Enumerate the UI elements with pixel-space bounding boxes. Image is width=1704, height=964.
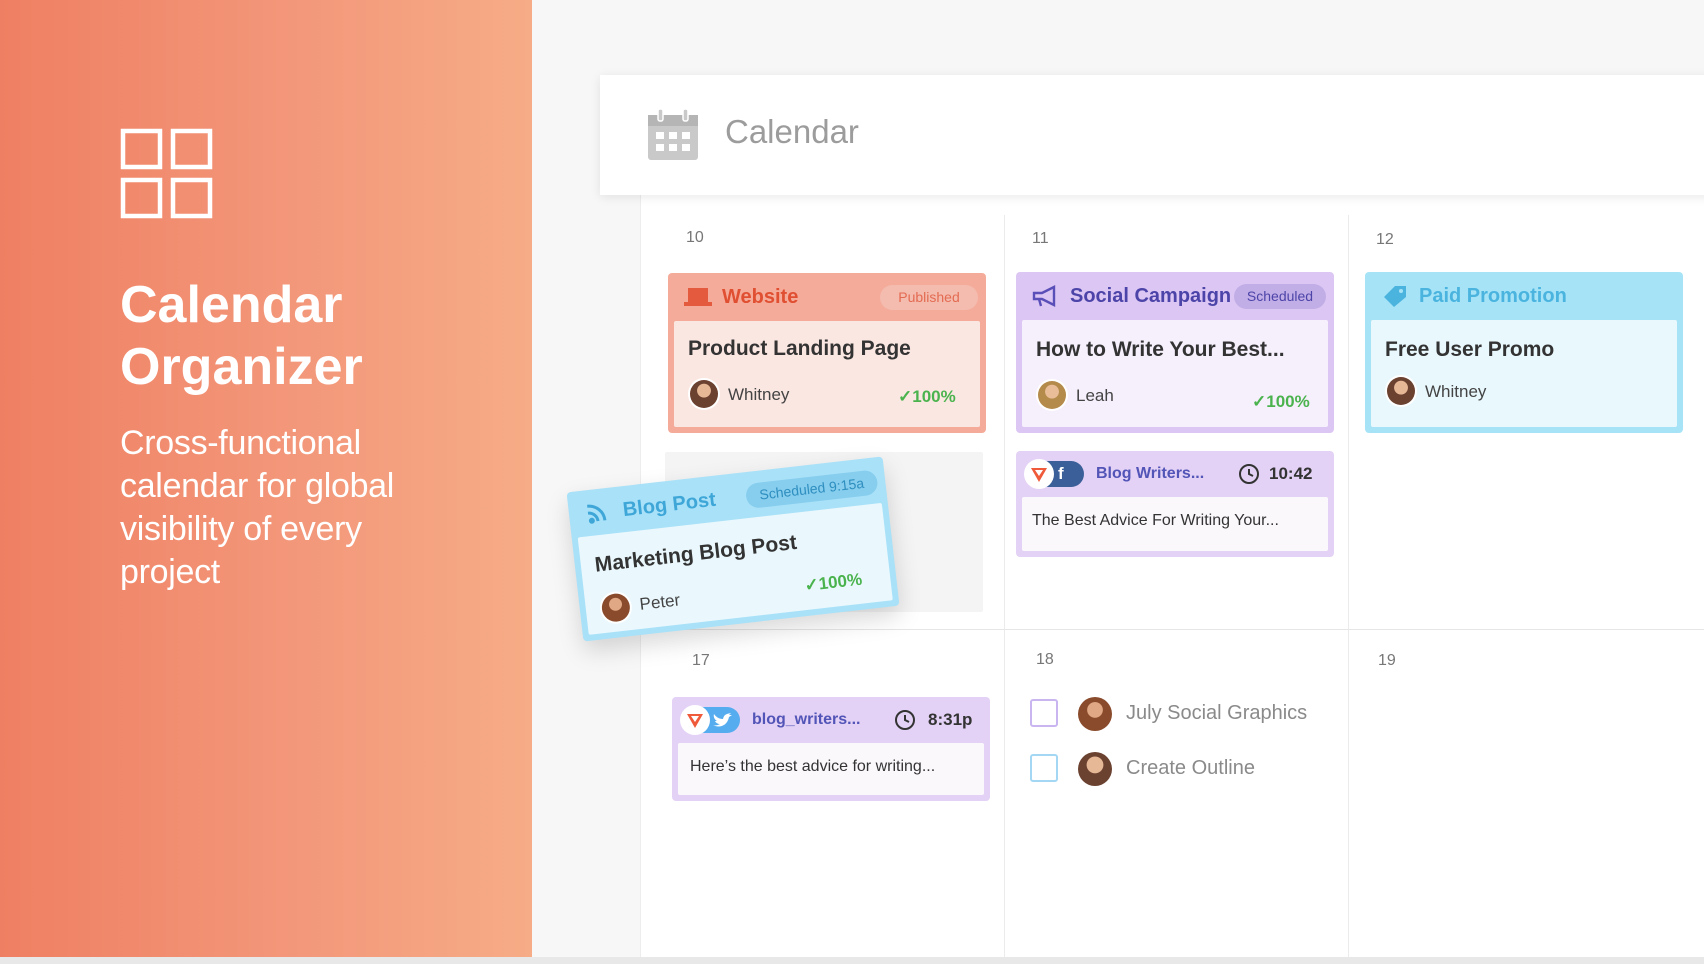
calendar-title: Calendar <box>725 113 859 150</box>
status-badge: Published <box>880 285 978 310</box>
post-header: blog_writers... 8:31p <box>672 697 990 743</box>
day-number: 11 <box>1032 230 1049 247</box>
assignee-name: Peter <box>638 590 682 614</box>
network-badge <box>682 707 740 733</box>
card-category: Social Campaign <box>1070 285 1232 307</box>
hero-subtitle: Cross-functional calendar for global vis… <box>120 424 395 591</box>
status-badge: Scheduled 9:15a <box>744 469 879 510</box>
twitter-icon <box>713 713 732 727</box>
day-number: 12 <box>1376 231 1394 248</box>
clock-icon <box>895 710 915 730</box>
day-number: 18 <box>1036 651 1054 668</box>
facebook-post-card[interactable]: f Blog Writers... 10:42 The Best Advice … <box>1016 451 1334 557</box>
assignee-name: Whitney <box>1425 382 1487 401</box>
brand-logo-icon <box>682 707 708 733</box>
network-badge: f <box>1026 461 1084 487</box>
facebook-icon: f <box>1058 464 1064 483</box>
assignee-name: Leah <box>1076 386 1114 405</box>
avatar <box>1038 381 1066 409</box>
post-text: Here’s the best advice for writing... <box>690 758 936 775</box>
status-badge: Scheduled <box>1234 284 1326 309</box>
checkmark-icon: ✓ <box>1252 392 1267 411</box>
laptop-icon <box>684 288 712 306</box>
card-body: How to Write Your Best... Leah ✓100% <box>1022 320 1328 427</box>
card-header: Website Published <box>668 273 986 321</box>
avatar <box>690 380 718 408</box>
post-handle: blog_writers... <box>752 711 861 728</box>
calendar-icon <box>648 108 698 160</box>
avatar <box>1387 377 1415 405</box>
card-category: Blog Post <box>621 488 717 522</box>
column-divider <box>1004 215 1005 957</box>
grid-four-squares-icon <box>120 128 213 219</box>
avatar <box>1078 697 1112 731</box>
tag-icon <box>1384 286 1406 307</box>
task-label: Create Outline <box>1126 757 1255 779</box>
post-header: f Blog Writers... 10:42 <box>1016 451 1334 497</box>
card-title: Marketing Blog Post <box>593 530 798 577</box>
row-divider <box>641 629 1704 630</box>
twitter-post-card[interactable]: blog_writers... 8:31p Here’s the best ad… <box>672 697 990 801</box>
card-header: Paid Promotion <box>1365 272 1683 320</box>
hero-panel: Calendar Organizer Cross-functional cale… <box>0 0 532 964</box>
paid-promotion-card[interactable]: Paid Promotion Free User Promo Whitney <box>1365 272 1683 433</box>
day-number: 10 <box>686 229 704 246</box>
assignee-name: Whitney <box>728 385 790 404</box>
card-category: Website <box>722 286 799 308</box>
card-title: Free User Promo <box>1385 338 1555 361</box>
completion-percent: ✓100% <box>803 569 864 596</box>
post-body: The Best Advice For Writing Your... <box>1022 497 1328 551</box>
post-body: Here’s the best advice for writing... <box>678 743 984 795</box>
completion-percent: ✓100% <box>898 387 956 406</box>
card-header: Social Campaign Scheduled <box>1016 272 1334 320</box>
social-campaign-card[interactable]: Social Campaign Scheduled How to Write Y… <box>1016 272 1334 433</box>
post-text: The Best Advice For Writing Your... <box>1032 512 1279 529</box>
day-number: 19 <box>1378 652 1396 669</box>
clock-icon <box>1239 464 1259 484</box>
card-category: Paid Promotion <box>1419 285 1567 307</box>
avatar <box>1078 752 1112 786</box>
hero-title: Calendar Organizer <box>120 276 363 396</box>
post-time: 8:31p <box>928 710 973 729</box>
checkmark-icon: ✓ <box>898 387 913 406</box>
day-number: 17 <box>692 652 710 669</box>
rss-icon <box>587 504 607 524</box>
post-time: 10:42 <box>1269 464 1313 483</box>
task-checkbox[interactable] <box>1030 754 1058 782</box>
website-card[interactable]: Website Published Product Landing Page W… <box>668 273 986 433</box>
megaphone-icon <box>1032 285 1056 307</box>
avatar <box>600 592 632 624</box>
card-body: Product Landing Page Whitney ✓100% <box>674 321 980 427</box>
completion-percent: ✓100% <box>1252 392 1310 411</box>
task-checkbox[interactable] <box>1030 699 1058 727</box>
brand-logo-icon <box>1026 461 1052 487</box>
card-title: Product Landing Page <box>688 337 911 360</box>
card-body: Free User Promo Whitney <box>1371 320 1677 427</box>
post-handle: Blog Writers... <box>1096 465 1205 482</box>
task-label: July Social Graphics <box>1126 702 1308 724</box>
card-title: How to Write Your Best... <box>1036 338 1285 361</box>
column-divider <box>1348 215 1349 957</box>
calendar-page: Calendar 10 11 12 17 18 19 Website Publi… <box>532 0 1704 964</box>
bottom-edge <box>0 957 1704 964</box>
